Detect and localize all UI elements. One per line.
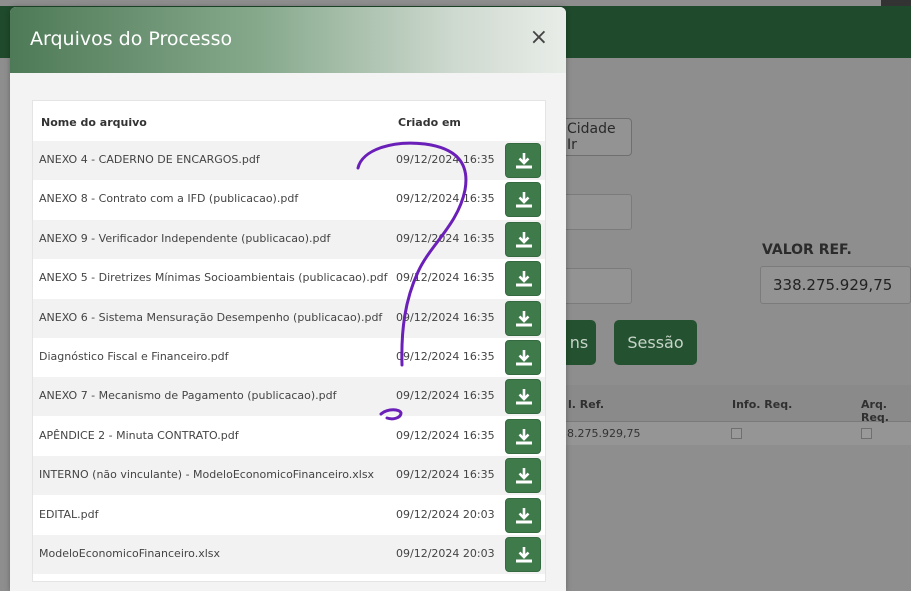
download-icon	[516, 192, 532, 208]
background-th-info: Info. Req.	[732, 398, 793, 411]
column-header-name: Nome do arquivo	[41, 116, 147, 129]
background-td-value: 8.275.929,75	[567, 427, 641, 440]
file-name: ANEXO 8 - Contrato com a IFD (publicacao…	[39, 192, 299, 206]
download-button[interactable]	[505, 300, 541, 336]
file-row: ANEXO 7 - Mecanismo de Pagamento (public…	[33, 377, 545, 417]
files-modal: Arquivos do Processo × Nome do arquivo C…	[10, 7, 566, 591]
sessao-button-label: Sessão	[627, 333, 684, 352]
files-table: Nome do arquivo Criado em ANEXO 4 - CADE…	[32, 100, 546, 582]
file-name: Diagnóstico Fiscal e Financeiro.pdf	[39, 350, 229, 363]
background-city-button-label: Cidade Ir	[567, 121, 616, 153]
file-name: ANEXO 7 - Mecanismo de Pagamento (public…	[39, 389, 337, 403]
column-header-date: Criado em	[398, 116, 461, 129]
modal-body: Nome do arquivo Criado em ANEXO 4 - CADE…	[10, 73, 566, 591]
file-date: 09/12/2024 16:35	[396, 350, 495, 363]
file-name: EDITAL.pdf	[39, 507, 99, 521]
download-button[interactable]	[505, 379, 541, 415]
file-name: APÊNDICE 2 - Minuta CONTRATO.pdf	[39, 428, 239, 442]
download-button[interactable]	[505, 497, 541, 533]
file-date: 09/12/2024 16:35	[396, 271, 495, 285]
file-name: ANEXO 9 - Verificador Independente (publ…	[39, 231, 331, 245]
download-button[interactable]	[505, 182, 541, 218]
background-input-2	[556, 268, 632, 304]
download-button[interactable]	[505, 261, 541, 297]
background-top-edge	[881, 0, 911, 6]
download-icon	[516, 507, 532, 524]
file-row: INTERNO (não vinculante) - ModeloEconomi…	[33, 456, 545, 496]
valor-ref-label: VALOR REF.	[762, 242, 852, 258]
download-icon	[516, 231, 532, 248]
download-icon	[516, 153, 532, 169]
download-icon	[516, 428, 532, 445]
download-icon	[516, 547, 532, 563]
background-th-arq: Arq. Req.	[861, 398, 889, 424]
files-table-header: Nome do arquivo Criado em	[33, 101, 545, 142]
valor-ref-value: 338.275.929,75	[773, 276, 893, 294]
file-row: EDITAL.pdf 09/12/2024 20:03	[33, 495, 545, 535]
file-date: 09/12/2024 16:35	[396, 231, 495, 245]
download-icon	[516, 350, 532, 366]
background-partial-button-label: ns	[569, 333, 589, 352]
download-icon	[516, 468, 532, 484]
sessao-button: Sessão	[614, 320, 697, 365]
background-info-checkbox	[731, 428, 742, 439]
download-button[interactable]	[505, 418, 541, 454]
modal-header: Arquivos do Processo ×	[10, 7, 566, 73]
download-icon	[516, 271, 532, 287]
download-button[interactable]	[505, 143, 541, 178]
file-row: Diagnóstico Fiscal e Financeiro.pdf 09/12…	[33, 338, 545, 377]
file-row: ANEXO 8 - Contrato com a IFD (publicacao…	[33, 180, 545, 220]
close-icon[interactable]: ×	[530, 27, 548, 49]
file-date: 09/12/2024 16:35	[396, 192, 495, 206]
file-date: 09/12/2024 16:35	[396, 468, 495, 482]
file-row: ANEXO 6 - Sistema Mensuração Desempenho …	[33, 298, 545, 338]
download-button[interactable]	[505, 221, 541, 257]
file-row: ANEXO 9 - Verificador Independente (publ…	[33, 219, 545, 259]
background-th-ref: l. Ref.	[568, 398, 605, 411]
download-button[interactable]	[505, 340, 541, 375]
valor-ref-field: 338.275.929,75	[760, 266, 911, 304]
file-name: ANEXO 6 - Sistema Mensuração Desempenho …	[39, 310, 383, 324]
file-date: 09/12/2024 16:35	[396, 310, 495, 324]
background-arq-checkbox	[861, 428, 872, 439]
modal-title: Arquivos do Processo	[30, 28, 233, 50]
file-date: 09/12/2024 16:35	[396, 428, 495, 442]
download-icon	[516, 389, 532, 405]
file-row: ANEXO 4 - CADERNO DE ENCARGOS.pdf 09/12/2…	[33, 141, 545, 180]
file-date: 09/12/2024 20:03	[396, 547, 495, 560]
file-name: INTERNO (não vinculante) - ModeloEconomi…	[39, 468, 375, 482]
download-button[interactable]	[505, 458, 541, 494]
background-input-1	[556, 194, 632, 230]
background-city-button: Cidade Ir	[556, 118, 632, 156]
download-icon	[516, 310, 532, 327]
file-date: 09/12/2024 16:35	[396, 153, 495, 166]
file-row: APÊNDICE 2 - Minuta CONTRATO.pdf 09/12/20…	[33, 416, 545, 456]
file-row: ModeloEconomicoFinanceiro.xlsx 09/12/2024…	[33, 535, 545, 574]
file-date: 09/12/2024 16:35	[396, 389, 495, 403]
file-date: 09/12/2024 20:03	[396, 507, 495, 521]
file-name: ModeloEconomicoFinanceiro.xlsx	[39, 547, 220, 560]
file-name: ANEXO 4 - CADERNO DE ENCARGOS.pdf	[39, 153, 260, 166]
file-row: ANEXO 5 - Diretrizes Mínimas Socioambien…	[33, 259, 545, 299]
file-name: ANEXO 5 - Diretrizes Mínimas Socioambien…	[39, 271, 388, 285]
download-button[interactable]	[505, 537, 541, 572]
